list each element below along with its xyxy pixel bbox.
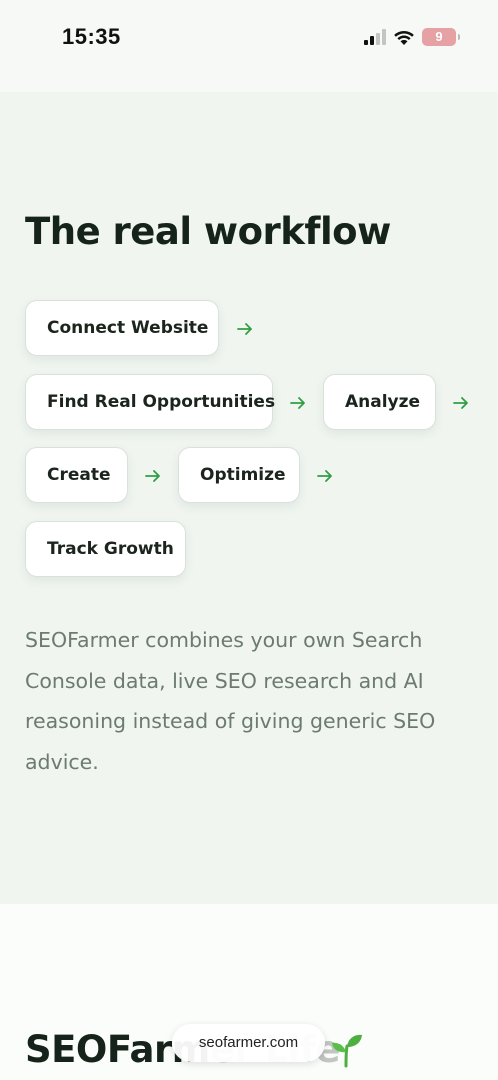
step-find-real-opportunities[interactable]: Find Real Opportunities: [25, 374, 275, 430]
arrow-right-icon: [290, 397, 305, 409]
arrow-right-icon: [453, 397, 468, 409]
wifi-icon: [394, 30, 414, 45]
battery-icon: 9: [422, 28, 460, 46]
signal-icon: [364, 29, 386, 45]
arrow-right-icon: [145, 470, 160, 482]
section-title: The real workflow: [25, 210, 391, 253]
sprout-icon: [332, 1034, 362, 1068]
status-bar: 15:35 9: [0, 0, 498, 92]
workflow-description: SEOFarmer combines your own Search Conso…: [25, 628, 436, 774]
status-time: 15:35: [62, 24, 121, 49]
page: 15:35 9 The real workflow Connect Websit…: [0, 0, 498, 1080]
step-track-growth[interactable]: Track Growth: [25, 521, 186, 577]
browser-url-bar[interactable]: seofarmer.com: [172, 1024, 325, 1062]
arrow-right-icon: [317, 470, 332, 482]
step-create[interactable]: Create: [25, 447, 128, 503]
step-optimize[interactable]: Optimize: [178, 447, 300, 503]
step-analyze[interactable]: Analyze: [323, 374, 436, 430]
status-icons: 9: [364, 27, 460, 47]
arrow-right-icon: [237, 323, 252, 335]
workflow-section: The real workflow Connect Website Find R…: [0, 92, 498, 904]
step-connect-website[interactable]: Connect Website: [25, 300, 219, 356]
